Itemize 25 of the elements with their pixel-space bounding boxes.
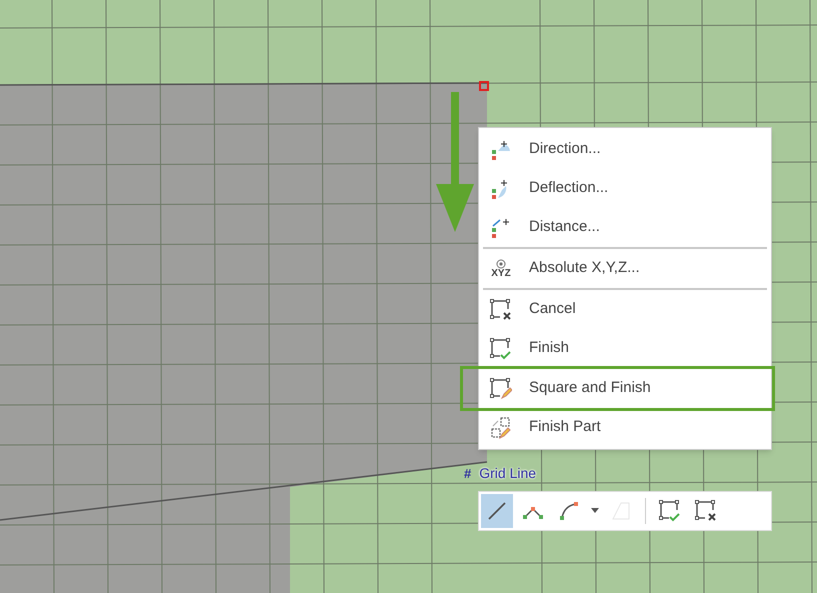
frame-check-icon [659, 500, 681, 522]
grid-symbol: # [464, 466, 472, 480]
frame-pencil-icon [490, 378, 512, 400]
arc-icon [558, 500, 580, 522]
menu-item[interactable]: Deflection... [483, 169, 767, 208]
menu-item[interactable]: XYZ Absolute X,Y,Z... [483, 249, 767, 288]
tool-button[interactable] [481, 494, 513, 528]
distance-icon [490, 216, 512, 238]
target-icon [496, 258, 506, 268]
frame-cross-icon [490, 298, 512, 320]
frame-cross-icon [695, 500, 717, 522]
caret-icon [591, 508, 599, 514]
menu-item[interactable]: Finish Part [483, 408, 767, 447]
menu-item[interactable]: Cancel [483, 290, 767, 329]
line-icon [486, 500, 508, 522]
menu-item[interactable]: Direction... [483, 130, 767, 169]
parts-pencil-icon [490, 416, 512, 438]
vertex-marker [479, 81, 489, 91]
menu-item[interactable]: Finish [483, 329, 767, 368]
menu-item[interactable]: Distance... [483, 208, 767, 247]
direction-icon [490, 138, 512, 160]
menu-item[interactable]: Square and Finish [463, 369, 772, 408]
frame-check-icon [490, 338, 512, 360]
xyz-label: XYZ [491, 268, 511, 278]
snap-label: Grid Line [479, 466, 536, 480]
